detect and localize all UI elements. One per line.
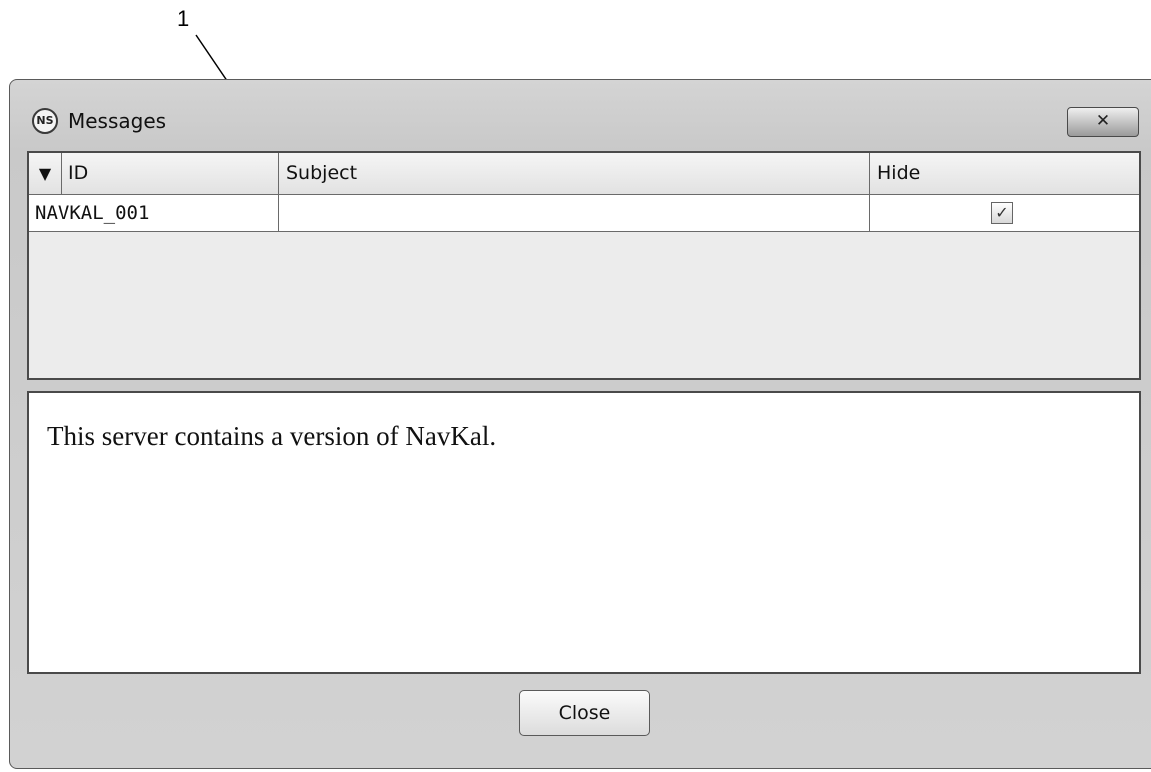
table-row[interactable]: NAVKAL_001 ✓	[29, 195, 1139, 232]
close-button[interactable]: Close	[519, 690, 650, 736]
close-icon: ✕	[1095, 111, 1111, 131]
messages-dialog: NS Messages ✕ ▼ ID Subject Hide NAVKAL_0…	[9, 79, 1151, 769]
hide-checkbox[interactable]: ✓	[991, 202, 1013, 224]
message-text: This server contains a version of NavKal…	[47, 421, 497, 451]
table-header: ▼ ID Subject Hide	[29, 153, 1139, 195]
column-header-subject[interactable]: Subject	[279, 153, 870, 194]
column-header-id[interactable]: ID	[62, 153, 279, 194]
column-header-hide[interactable]: Hide	[870, 153, 1139, 194]
cell-id: NAVKAL_001	[29, 195, 279, 231]
cell-subject	[279, 195, 870, 231]
cell-hide: ✓	[870, 195, 1139, 231]
messages-table: ▼ ID Subject Hide NAVKAL_001 ✓	[27, 151, 1141, 380]
ns-logo-icon: NS	[32, 108, 58, 134]
window-close-button[interactable]: ✕	[1067, 107, 1139, 137]
filter-button[interactable]: ▼	[29, 153, 62, 194]
title-bar[interactable]: NS Messages ✕	[10, 80, 1151, 150]
window-title: Messages	[68, 109, 167, 133]
filter-icon: ▼	[38, 164, 52, 183]
callout-label: 1	[177, 6, 190, 31]
checkmark-icon: ✓	[995, 203, 1009, 222]
message-body: This server contains a version of NavKal…	[27, 391, 1141, 674]
